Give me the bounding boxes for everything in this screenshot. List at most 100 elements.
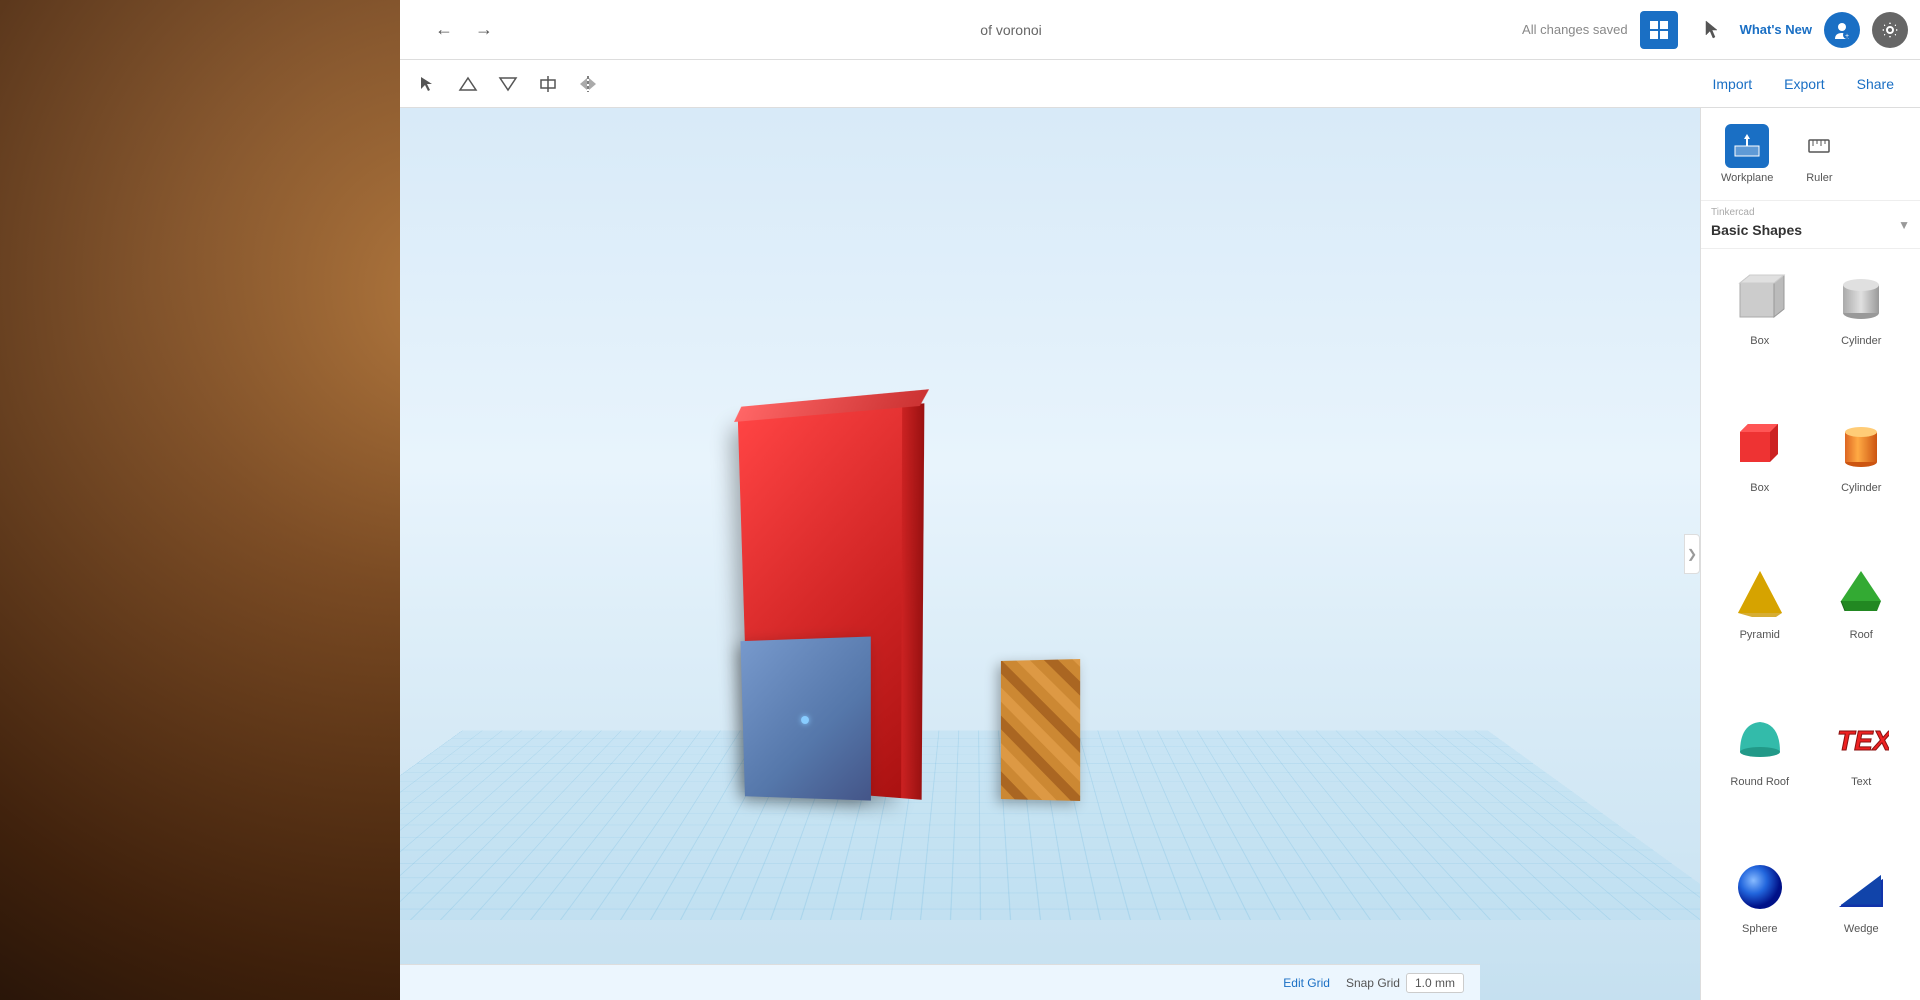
text-shape-svg: TEXT — [1833, 712, 1889, 768]
user-icon: + — [1833, 21, 1851, 39]
shape-icon-cylinder-orange — [1831, 416, 1891, 476]
shape-item-cylinder-gray[interactable]: Cylinder — [1811, 257, 1913, 404]
tinkercad-app: ← → of voronoi All changes saved — [400, 0, 1920, 1000]
flip-icon — [579, 76, 597, 92]
mirror-button[interactable] — [492, 68, 524, 100]
cylinder-gray-svg — [1833, 271, 1889, 327]
forward-button[interactable]: → — [468, 14, 500, 46]
export-button[interactable]: Export — [1770, 70, 1838, 98]
shape-label-sphere: Sphere — [1742, 923, 1777, 935]
shape-label-round-roof: Round Roof — [1730, 776, 1789, 788]
snap-value[interactable]: 1.0 mm — [1406, 973, 1464, 993]
top-bar-right: All changes saved What's New — [1522, 11, 1908, 49]
panel-header: Tinkercad Basic Shapes ▼ — [1701, 201, 1920, 249]
shape-icon-cylinder-gray — [1831, 269, 1891, 329]
bottom-bar: Edit Grid Snap Grid 1.0 mm — [400, 964, 1480, 1000]
right-panel: Workplane Ruler — [1700, 108, 1920, 1000]
triangle-icon — [458, 76, 478, 92]
shape-label-cylinder-gray: Cylinder — [1841, 335, 1881, 347]
align-button[interactable] — [452, 68, 484, 100]
blue-box[interactable] — [740, 637, 870, 801]
shape-icon-sphere — [1730, 857, 1790, 917]
shape-item-box-gray[interactable]: Box — [1709, 257, 1811, 404]
box-red-svg — [1732, 418, 1788, 474]
share-button[interactable]: Share — [1843, 70, 1908, 98]
shape-icon-box-gray — [1730, 269, 1790, 329]
top-bar: ← → of voronoi All changes saved — [400, 0, 1920, 60]
shape-icon-text: TEXT — [1831, 710, 1891, 770]
mirror2-button[interactable] — [572, 68, 604, 100]
workplane-label: Workplane — [1721, 172, 1773, 184]
workplane-button[interactable]: Workplane — [1709, 116, 1785, 192]
snap-control: Snap Grid 1.0 mm — [1346, 973, 1464, 993]
wood-box[interactable] — [1001, 659, 1080, 801]
back-button[interactable]: ← — [428, 14, 460, 46]
ruler-label: Ruler — [1806, 172, 1832, 184]
shape-item-round-roof[interactable]: Round Roof — [1709, 698, 1811, 845]
grid-icon — [1649, 20, 1669, 40]
shape-item-sphere[interactable]: Sphere — [1709, 845, 1811, 992]
align-icon — [539, 76, 557, 92]
shape-label-pyramid: Pyramid — [1740, 629, 1780, 641]
canvas-area[interactable]: Edit Grid Snap Grid 1.0 mm — [400, 108, 1700, 1000]
roof-svg — [1833, 565, 1889, 621]
round-roof-svg — [1732, 712, 1788, 768]
cursor-dot — [801, 716, 809, 724]
shape-label-box-gray: Box — [1750, 335, 1769, 347]
red-box-top — [734, 389, 929, 422]
shape-label-roof: Roof — [1850, 629, 1873, 641]
sphere-svg — [1732, 859, 1788, 915]
shape-icon-roof — [1831, 563, 1891, 623]
red-box-side — [901, 403, 924, 799]
panel-dropdown-arrow[interactable]: ▼ — [1898, 218, 1910, 232]
shape-item-wedge[interactable]: Wedge — [1811, 845, 1913, 992]
provider-name: Tinkercad Basic Shapes — [1711, 207, 1802, 242]
provider-label: Tinkercad — [1711, 207, 1802, 218]
shape-label-text: Text — [1851, 776, 1871, 788]
mirror-triangle-icon — [498, 76, 518, 92]
shape-item-box-red[interactable]: Box — [1709, 404, 1811, 551]
pyramid-svg — [1732, 565, 1788, 621]
ruler-icon-box — [1797, 124, 1841, 168]
pick-object-button[interactable] — [1690, 11, 1728, 49]
panel-tools: Workplane Ruler — [1701, 108, 1920, 201]
import-export-area: Import Export Share — [1698, 70, 1908, 98]
whats-new-button[interactable]: What's New — [1740, 22, 1812, 37]
ruler-button[interactable]: Ruler — [1785, 116, 1853, 192]
shape-item-roof[interactable]: Roof — [1811, 551, 1913, 698]
snap-label: Snap Grid — [1346, 976, 1400, 990]
shape-label-cylinder-orange: Cylinder — [1841, 482, 1881, 494]
secondary-toolbar: Import Export Share — [400, 60, 1920, 108]
panel-expand-button[interactable]: ❯ — [1684, 534, 1700, 574]
cursor-tool-button[interactable] — [412, 68, 444, 100]
shape-icon-wedge — [1831, 857, 1891, 917]
grid-view-button[interactable] — [1640, 11, 1678, 49]
main-area: Edit Grid Snap Grid 1.0 mm ❯ — [400, 108, 1920, 1000]
shape-label-box-red: Box — [1750, 482, 1769, 494]
settings-icon — [1881, 21, 1899, 39]
workplane-icon-box — [1725, 124, 1769, 168]
settings-button[interactable] — [1872, 12, 1908, 48]
document-title: of voronoi — [508, 22, 1514, 38]
shapes-section-title: Basic Shapes — [1711, 218, 1802, 242]
shapes-grid: Box — [1701, 249, 1920, 1000]
save-status: All changes saved — [1522, 22, 1628, 37]
shape-icon-box-red — [1730, 416, 1790, 476]
shape-item-text[interactable]: TEXT Text — [1811, 698, 1913, 845]
align-center-button[interactable] — [532, 68, 564, 100]
shape-icon-round-roof — [1730, 710, 1790, 770]
wedge-svg — [1833, 859, 1889, 915]
shape-label-wedge: Wedge — [1844, 923, 1879, 935]
user-button[interactable]: + — [1824, 12, 1860, 48]
cylinder-orange-svg — [1833, 418, 1889, 474]
shape-item-pyramid[interactable]: Pyramid — [1709, 551, 1811, 698]
svg-text:+: + — [1845, 33, 1849, 39]
ruler-icon — [1805, 132, 1833, 160]
shape-icon-pyramid — [1730, 563, 1790, 623]
svg-text:TEXT: TEXT — [1837, 725, 1889, 756]
import-button[interactable]: Import — [1698, 70, 1766, 98]
edit-grid-button[interactable]: Edit Grid — [1283, 976, 1330, 990]
cursor-icon — [419, 75, 437, 93]
shape-item-cylinder-orange[interactable]: Cylinder — [1811, 404, 1913, 551]
box-gray-svg — [1732, 271, 1788, 327]
